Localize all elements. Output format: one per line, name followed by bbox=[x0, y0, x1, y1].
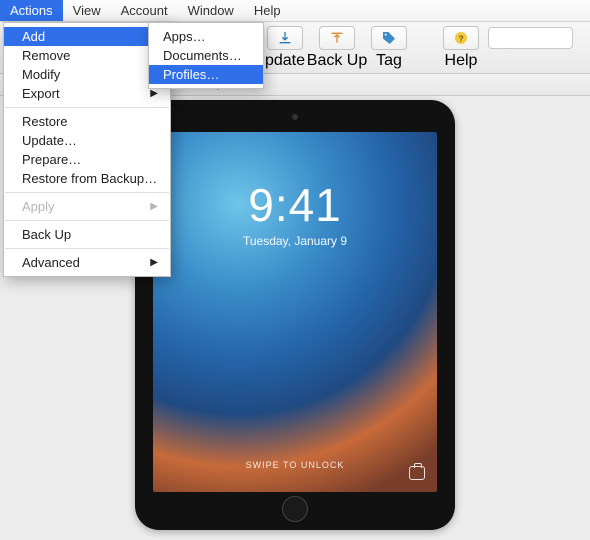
chevron-right-icon: ▶ bbox=[150, 88, 158, 99]
lock-date: Tuesday, January 9 bbox=[243, 234, 347, 248]
menu-backup[interactable]: Back Up bbox=[4, 225, 170, 244]
menubar: Actions View Account Window Help bbox=[0, 0, 590, 22]
menu-separator bbox=[5, 248, 169, 249]
unlock-hint: SWIPE TO UNLOCK bbox=[246, 460, 345, 470]
menu-separator bbox=[5, 220, 169, 221]
menu-restore[interactable]: Restore bbox=[4, 112, 170, 131]
menu-restore-backup[interactable]: Restore from Backup… bbox=[4, 169, 170, 188]
actions-dropdown: Add▶ Remove▶ Modify▶ Export▶ Restore Upd… bbox=[3, 22, 171, 277]
ipad-camera bbox=[292, 114, 298, 120]
menu-advanced[interactable]: Advanced▶ bbox=[4, 253, 170, 272]
download-icon bbox=[277, 30, 293, 46]
backup-label: Back Up bbox=[307, 52, 367, 70]
chevron-right-icon: ▶ bbox=[150, 201, 158, 212]
update-label: pdate bbox=[265, 52, 305, 70]
help-icon: ? bbox=[453, 30, 469, 46]
menu-separator bbox=[5, 107, 169, 108]
help-label: Help bbox=[445, 52, 478, 70]
help-button[interactable]: ? Help bbox=[436, 26, 486, 70]
submenu-documents[interactable]: Documents… bbox=[149, 46, 263, 65]
submenu-apps[interactable]: Apps… bbox=[149, 27, 263, 46]
menu-help[interactable]: Help bbox=[244, 0, 291, 21]
menu-actions[interactable]: Actions bbox=[0, 0, 63, 21]
menu-add[interactable]: Add▶ bbox=[4, 27, 170, 46]
ipad-device: 9:41 Tuesday, January 9 SWIPE TO UNLOCK bbox=[135, 100, 455, 530]
submenu-profiles[interactable]: Profiles… bbox=[149, 65, 263, 84]
lock-time: 9:41 bbox=[248, 178, 342, 232]
search-input[interactable] bbox=[488, 27, 573, 49]
menu-prepare[interactable]: Prepare… bbox=[4, 150, 170, 169]
backup-button[interactable]: Back Up bbox=[312, 26, 362, 70]
update-button[interactable]: pdate bbox=[260, 26, 310, 70]
menu-account[interactable]: Account bbox=[111, 0, 178, 21]
menu-update[interactable]: Update… bbox=[4, 131, 170, 150]
tag-icon bbox=[381, 30, 397, 46]
chevron-right-icon: ▶ bbox=[150, 257, 158, 268]
add-submenu: Apps… Documents… Profiles… bbox=[148, 22, 264, 89]
menu-export[interactable]: Export▶ bbox=[4, 84, 170, 103]
menu-window[interactable]: Window bbox=[178, 0, 244, 21]
svg-text:?: ? bbox=[458, 33, 463, 43]
upload-icon bbox=[329, 30, 345, 46]
home-button bbox=[282, 496, 308, 522]
menu-apply: Apply▶ bbox=[4, 197, 170, 216]
menu-separator bbox=[5, 192, 169, 193]
ipad-screen: 9:41 Tuesday, January 9 SWIPE TO UNLOCK bbox=[153, 132, 437, 492]
menu-view[interactable]: View bbox=[63, 0, 111, 21]
camera-icon bbox=[409, 466, 425, 480]
tag-label: Tag bbox=[376, 52, 402, 70]
menu-modify[interactable]: Modify▶ bbox=[4, 65, 170, 84]
tag-button[interactable]: Tag bbox=[364, 26, 414, 70]
menu-remove[interactable]: Remove▶ bbox=[4, 46, 170, 65]
